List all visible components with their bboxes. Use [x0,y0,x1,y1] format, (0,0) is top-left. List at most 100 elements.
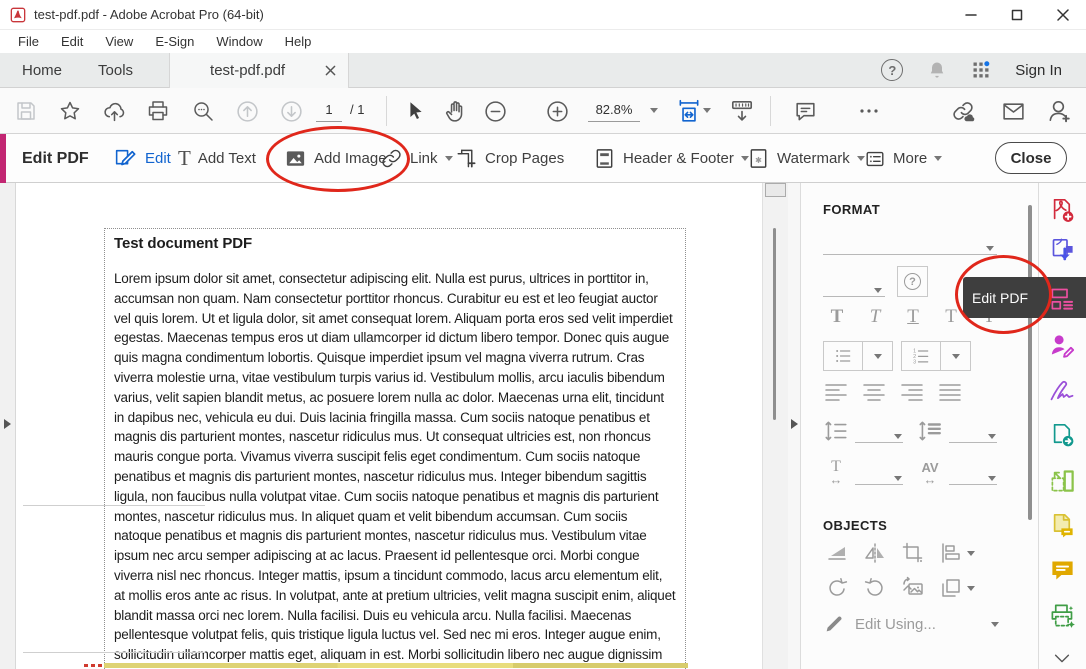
tool-optimize-pdf[interactable] [1044,462,1080,498]
font-size-caret-icon[interactable] [874,288,882,293]
app-switcher-grid-icon[interactable] [971,60,991,80]
numbered-list-button[interactable]: 123 [901,341,971,371]
send-email-icon[interactable] [996,94,1030,128]
zoom-out-icon[interactable] [478,94,512,128]
edit-using-caret-icon[interactable] [991,622,999,627]
line-spacing-caret-icon[interactable] [894,434,902,439]
menu-esign[interactable]: E-Sign [145,32,204,51]
zoom-in-icon[interactable] [540,94,574,128]
select-tool-icon[interactable] [398,94,432,128]
share-with-others-icon[interactable] [1042,94,1076,128]
edit-using-button[interactable]: Edit Using... [823,610,1005,638]
align-right-button[interactable] [899,382,925,402]
menu-edit[interactable]: Edit [51,32,93,51]
tool-create-pdf[interactable] [1044,192,1080,228]
minimize-button[interactable] [948,0,994,30]
menu-window[interactable]: Window [206,32,272,51]
tool-review-document[interactable] [1044,507,1080,543]
align-objects-button[interactable] [937,541,977,565]
arrange-objects-button[interactable] [937,576,977,600]
numbered-list-caret-icon[interactable] [940,342,970,370]
sign-in-button[interactable]: Sign In [1015,62,1062,79]
crop-object-button[interactable] [899,541,926,565]
zoom-level-input[interactable]: 82.8% [588,98,640,122]
tab-home[interactable]: Home [4,53,80,88]
rotate-counterclockwise-button[interactable] [823,576,850,600]
print-icon[interactable] [141,94,175,128]
strikethrough-button[interactable]: T [936,306,966,332]
hand-tool-icon[interactable] [438,94,472,128]
character-spacing-input[interactable] [949,484,997,485]
bold-button[interactable]: T [822,306,852,332]
arrange-objects-caret-icon[interactable] [967,586,975,591]
tab-document[interactable]: test-pdf.pdf [169,53,349,88]
close-edit-pdf-button[interactable]: Close [995,142,1067,174]
tool-comment[interactable] [1044,552,1080,588]
character-spacing-caret-icon[interactable] [988,476,996,481]
align-center-button[interactable] [861,382,887,402]
more-button[interactable]: More [864,134,942,183]
rotate-clockwise-button[interactable] [861,576,888,600]
bulleted-list-caret-icon[interactable] [862,342,892,370]
tool-export-pdf[interactable] [1044,232,1080,268]
font-family-select[interactable] [823,254,997,255]
save-icon[interactable] [9,94,43,128]
left-panel-expander-icon[interactable] [4,419,11,429]
align-objects-caret-icon[interactable] [967,551,975,556]
menu-view[interactable]: View [95,32,143,51]
link-button[interactable]: Link [380,134,453,183]
help-icon[interactable]: ? [881,59,903,81]
share-link-icon[interactable] [946,94,980,128]
tool-fill-sign[interactable] [1044,327,1080,363]
comment-icon[interactable] [788,94,822,128]
notifications-bell-icon[interactable] [927,60,947,80]
add-text-button[interactable]: T Add Text [178,134,256,183]
cloud-upload-icon[interactable] [97,94,131,128]
flip-vertical-button[interactable] [823,541,850,565]
edit-mode-button[interactable]: Edit [113,134,171,183]
align-justify-button[interactable] [937,382,963,402]
horizontal-scale-caret-icon[interactable] [894,476,902,481]
bulleted-list-button[interactable] [823,341,893,371]
document-scrollbar[interactable] [762,183,788,669]
previous-page-icon[interactable] [230,94,264,128]
line-spacing-input[interactable] [855,442,903,443]
zoom-dropdown-caret-icon[interactable] [650,108,658,113]
font-family-caret-icon[interactable] [986,246,994,251]
crop-pages-button[interactable]: Crop Pages [455,134,564,183]
replace-image-button[interactable] [899,576,926,600]
font-size-select[interactable] [823,296,885,297]
tool-request-signatures[interactable] [1044,372,1080,408]
fit-dropdown-caret-icon[interactable] [703,108,711,113]
editable-text-block[interactable]: Test document PDF Lorem ipsum dolor sit … [104,228,686,669]
tab-close-icon[interactable] [325,65,336,76]
hide-toolbar-icon[interactable] [725,94,759,128]
scrollbar-top-box[interactable] [765,183,786,197]
tools-expand-chevron-icon[interactable] [1044,640,1080,669]
header-footer-button[interactable]: Header & Footer [593,134,749,183]
paragraph-spacing-input[interactable] [949,442,997,443]
more-tools-ellipsis-icon[interactable] [852,94,886,128]
scrollbar-thumb[interactable] [773,228,776,420]
page-number-input[interactable]: 1 [316,98,342,122]
tool-scan-ocr[interactable] [1044,597,1080,633]
add-image-button[interactable]: Add Image [284,134,387,183]
star-favorite-icon[interactable] [53,94,87,128]
tool-send-pdf[interactable] [1044,417,1080,453]
menu-help[interactable]: Help [275,32,322,51]
close-window-button[interactable] [1040,0,1086,30]
search-icon[interactable] [186,94,220,128]
font-help-button[interactable]: ? [897,266,928,297]
menu-file[interactable]: File [8,32,49,51]
flip-horizontal-button[interactable] [861,541,888,565]
next-page-icon[interactable] [274,94,308,128]
underline-button[interactable]: T [898,306,928,332]
maximize-button[interactable] [994,0,1040,30]
paragraph-spacing-caret-icon[interactable] [988,434,996,439]
tab-tools[interactable]: Tools [80,53,151,88]
panel-scrollbar-thumb[interactable] [1028,205,1032,520]
watermark-button[interactable]: Watermark [747,134,865,183]
right-panel-expander-icon[interactable] [791,419,798,429]
italic-button[interactable]: T [860,306,890,332]
horizontal-scale-input[interactable] [855,484,903,485]
